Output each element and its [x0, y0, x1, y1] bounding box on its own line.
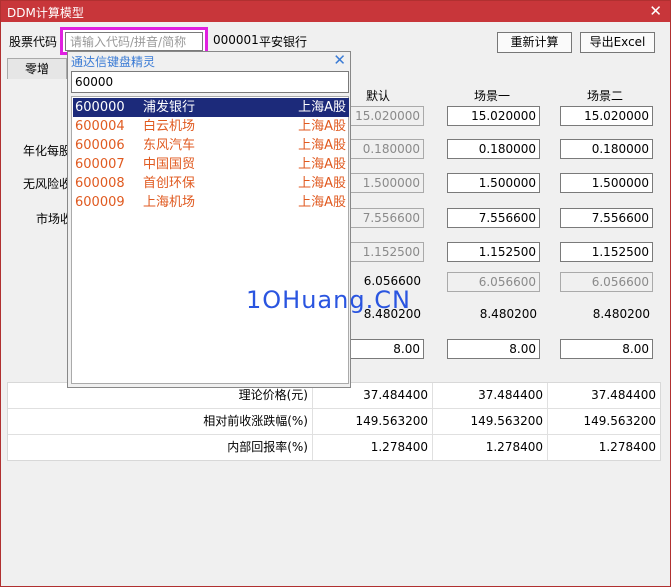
close-icon[interactable]: ✕ [649, 2, 662, 20]
grid-cell[interactable]: 1.152500 [560, 242, 653, 262]
item-code: 600007 [75, 157, 125, 172]
grid-cell[interactable]: 15.020000 [447, 106, 540, 126]
item-market: 上海A股 [298, 100, 346, 115]
stock-code-label: 股票代码 [9, 35, 58, 49]
watermark: 1OHuang.CN [246, 286, 411, 314]
window-title: DDM计算模型 [7, 6, 84, 20]
row-label-annual-dividend: 年化每股 [23, 144, 72, 158]
result-value: 149.563200 [433, 409, 548, 434]
list-item[interactable]: 600000 浦发银行 上海A股 [73, 98, 349, 117]
stock-code: 000001 [213, 33, 259, 47]
item-market: 上海A股 [298, 176, 346, 191]
list-item[interactable]: 600007 中国国贸 上海A股 [73, 155, 349, 174]
result-value: 1.278400 [433, 435, 548, 460]
grid-cell: 6.056600 [447, 272, 540, 292]
table-row: 相对前收涨跌幅(%) 149.563200 149.563200 149.563… [8, 409, 660, 435]
item-name: 中国国贸 [143, 157, 196, 172]
result-value: 1.278400 [313, 435, 433, 460]
grid-cell[interactable]: 1.500000 [560, 173, 653, 193]
item-market: 上海A股 [298, 138, 346, 153]
item-code: 600000 [75, 100, 125, 115]
result-value: 149.563200 [313, 409, 433, 434]
title-bar: DDM计算模型 ✕ [1, 1, 670, 22]
export-excel-button[interactable]: 导出Excel [580, 32, 655, 53]
result-value: 37.484400 [433, 383, 548, 408]
popup-title: 通达信键盘精灵 [71, 55, 156, 69]
list-item[interactable]: 600004 白云机场 上海A股 [73, 117, 349, 136]
keyboard-wizard-popup: 通达信键盘精灵 ✕ 60000 600000 浦发银行 上海A股 600004 … [67, 51, 351, 388]
grid-cell: 6.056600 [560, 272, 653, 292]
grid-cell[interactable]: 7.556600 [560, 208, 653, 228]
result-label: 内部回报率(%) [8, 435, 313, 460]
list-item[interactable]: 600009 上海机场 上海A股 [73, 193, 349, 212]
popup-close-icon[interactable]: ✕ [333, 51, 346, 69]
result-value: 149.563200 [583, 414, 656, 428]
grid-cell[interactable]: 0.180000 [447, 139, 540, 159]
grid-cell[interactable]: 15.020000 [560, 106, 653, 126]
item-name: 白云机场 [143, 119, 196, 134]
grid-cell[interactable]: 1.500000 [447, 173, 540, 193]
stock-name: 平安银行 [259, 35, 308, 49]
list-item[interactable]: 600008 首创环保 上海A股 [73, 174, 349, 193]
grid-cell[interactable]: 8.00 [447, 339, 540, 359]
item-name: 首创环保 [143, 176, 196, 191]
item-code: 600006 [75, 138, 125, 153]
item-code: 600009 [75, 195, 125, 210]
tab-zero-growth[interactable]: 零增 [7, 58, 67, 80]
grid-cell[interactable]: 0.180000 [560, 139, 653, 159]
popup-result-list: 600000 浦发银行 上海A股 600004 白云机场 上海A股 600006… [71, 96, 349, 384]
table-row: 内部回报率(%) 1.278400 1.278400 1.278400 [8, 435, 660, 461]
item-market: 上海A股 [298, 157, 346, 172]
item-code: 600008 [75, 176, 125, 191]
list-item[interactable]: 600006 东风汽车 上海A股 [73, 136, 349, 155]
result-value: 1.278400 [598, 440, 656, 454]
item-name: 上海机场 [143, 195, 196, 210]
popup-query-input[interactable]: 60000 [71, 71, 349, 93]
item-name: 浦发银行 [143, 100, 196, 115]
recalculate-button[interactable]: 重新计算 [497, 32, 572, 53]
item-code: 600004 [75, 119, 125, 134]
grid-cell[interactable]: 7.556600 [447, 208, 540, 228]
column-header-scenario2: 场景二 [586, 89, 623, 103]
ddm-window: DDM计算模型 ✕ 股票代码 000001 平安银行 重新计算 导出Excel … [0, 0, 671, 587]
grid-cell: 8.480200 [592, 307, 650, 321]
results-table: 理论价格(元) 37.484400 37.484400 37.484400 相对… [7, 382, 661, 461]
stock-search-input[interactable] [65, 32, 203, 51]
row-label-riskfree: 无风险收 [23, 177, 72, 191]
item-name: 东风汽车 [143, 138, 196, 153]
column-header-scenario1: 场景一 [473, 89, 510, 103]
result-value: 37.484400 [591, 388, 656, 402]
item-market: 上海A股 [298, 195, 346, 210]
grid-cell[interactable]: 8.00 [560, 339, 653, 359]
grid-cell: 8.480200 [479, 307, 537, 321]
grid-cell[interactable]: 1.152500 [447, 242, 540, 262]
result-label: 相对前收涨跌幅(%) [8, 409, 313, 434]
item-market: 上海A股 [298, 119, 346, 134]
